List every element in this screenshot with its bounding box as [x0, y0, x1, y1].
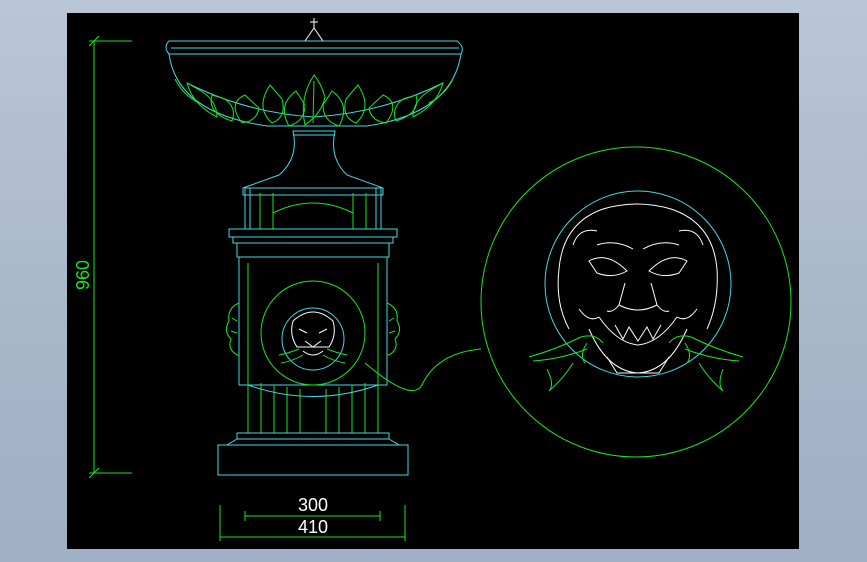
lower-column — [217, 256, 409, 476]
outer-width-label: 410 — [298, 517, 328, 537]
upper-column — [228, 187, 398, 258]
lion-medallion-small — [260, 280, 366, 386]
cad-drawing-area[interactable]: 960 300 410 — [67, 13, 799, 549]
detail-leader-line — [364, 348, 482, 392]
height-dimension — [88, 35, 132, 479]
basin — [165, 18, 463, 196]
fountain-elevation-drawing: 960 300 410 — [73, 18, 792, 541]
inner-width-label: 300 — [298, 495, 328, 515]
height-dimension-label: 960 — [73, 260, 93, 290]
lion-head-detail — [480, 146, 792, 458]
